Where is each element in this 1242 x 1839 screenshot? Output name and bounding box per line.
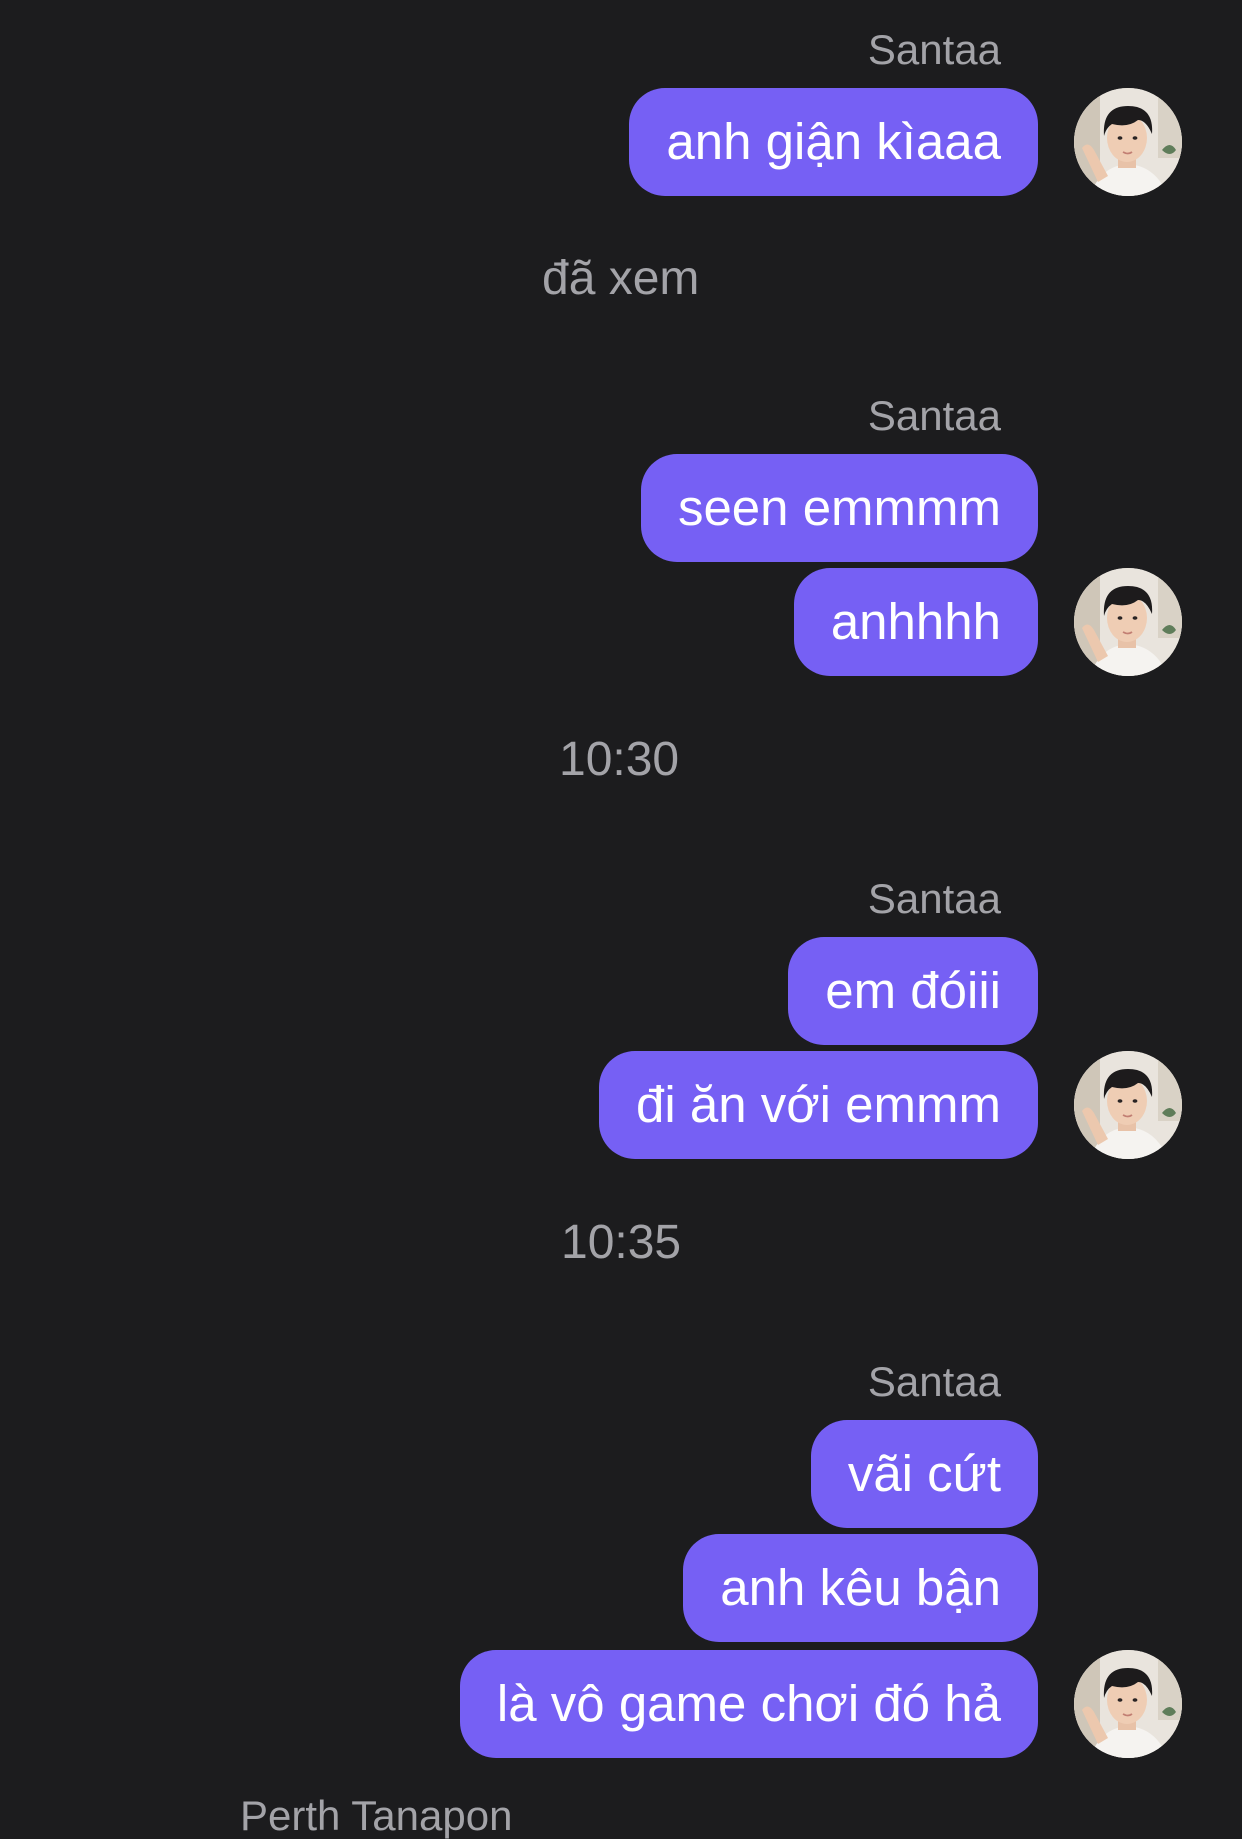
sender-name: Santaa [867,392,1001,439]
avatar[interactable] [1074,88,1182,196]
profile-photo-icon [1074,1051,1182,1159]
message-bubble[interactable]: anh giận kìaaa [629,88,1038,196]
avatar[interactable] [1074,1650,1182,1758]
timestamp: 10:30 [559,733,680,786]
timestamp: 10:35 [561,1216,682,1269]
profile-photo-icon [1074,88,1182,196]
message-bubble[interactable]: đi ăn với emmm [598,1051,1038,1159]
profile-photo-icon [1074,568,1182,676]
sender-name: Santaa [867,875,1001,922]
message-bubble[interactable]: vãi cứt [810,1420,1038,1528]
seen-label: đã xem [542,252,700,305]
message-bubble[interactable]: em đóiii [788,937,1038,1045]
message-bubble[interactable]: seen emmmm [640,454,1038,562]
message-bubble[interactable]: anhhhh [793,568,1038,676]
sender-name: Santaa [867,26,1001,73]
message-bubble[interactable]: là vô game chơi đó hả [459,1650,1038,1758]
profile-photo-icon [1074,1650,1182,1758]
message-bubble[interactable]: anh kêu bận [683,1534,1038,1642]
sender-name-partial: Perth Tanapon [240,1792,513,1839]
sender-name: Santaa [867,1358,1001,1405]
avatar[interactable] [1074,568,1182,676]
avatar[interactable] [1074,1051,1182,1159]
